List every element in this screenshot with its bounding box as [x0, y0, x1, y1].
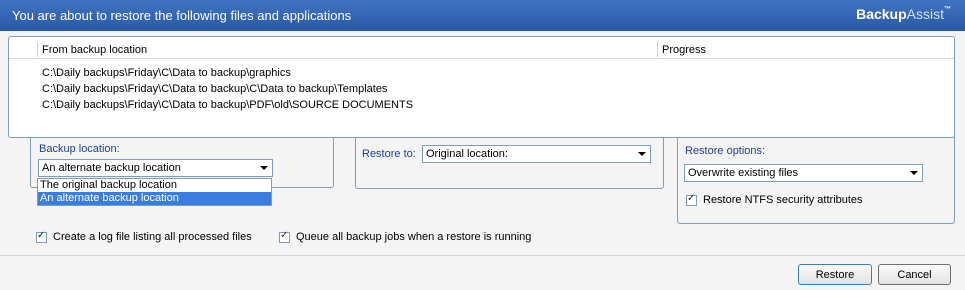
- column-separator: [657, 42, 658, 57]
- checkbox-checked-icon[interactable]: [279, 230, 290, 243]
- cancel-button[interactable]: Cancel: [878, 264, 951, 285]
- backup-location-select[interactable]: An alternate backup location: [38, 159, 273, 177]
- restore-options-group: Restore options: Overwrite existing file…: [677, 125, 955, 224]
- file-row[interactable]: C:\Daily backups\Friday\C\Data to backup…: [42, 97, 413, 113]
- queue-jobs-checkbox[interactable]: Queue all backup jobs when a restore is …: [279, 230, 531, 243]
- column-separator: [37, 42, 38, 57]
- dialog-header: You are about to restore the following f…: [0, 0, 965, 31]
- backupassist-logo: BackupAssist™: [856, 6, 951, 22]
- backup-location-label: Backup location:: [39, 143, 120, 155]
- dialog-footer: Restore Cancel: [0, 255, 965, 290]
- column-from-backup-location[interactable]: From backup location: [42, 44, 147, 56]
- restore-options-select[interactable]: Overwrite existing files: [684, 164, 923, 182]
- column-progress[interactable]: Progress: [662, 44, 706, 56]
- files-list-header: From backup location Progress: [9, 41, 954, 59]
- chevron-down-icon: [260, 166, 268, 170]
- chevron-down-icon: [910, 171, 918, 175]
- restore-to-select[interactable]: Original location:: [422, 145, 651, 163]
- checkbox-checked-icon[interactable]: [36, 230, 47, 243]
- checkbox-checked-icon[interactable]: [686, 193, 697, 206]
- restore-options-label: Restore options:: [685, 145, 766, 157]
- backup-location-dropdown: The original backup location An alternat…: [37, 178, 272, 206]
- restore-ntfs-checkbox[interactable]: Restore NTFS security attributes: [686, 193, 863, 206]
- files-list[interactable]: From backup location Progress C:\Daily b…: [8, 36, 955, 138]
- dialog-title: You are about to restore the following f…: [12, 8, 352, 23]
- restore-button[interactable]: Restore: [798, 264, 872, 285]
- create-log-checkbox[interactable]: Create a log file listing all processed …: [36, 230, 252, 243]
- file-row[interactable]: C:\Daily backups\Friday\C\Data to backup…: [42, 65, 413, 81]
- option-alternate-backup-location[interactable]: An alternate backup location: [38, 192, 271, 205]
- restore-to-label: Restore to:: [362, 148, 416, 160]
- option-original-backup-location[interactable]: The original backup location: [38, 179, 271, 192]
- chevron-down-icon: [638, 152, 646, 156]
- file-row[interactable]: C:\Daily backups\Friday\C\Data to backup…: [42, 81, 413, 97]
